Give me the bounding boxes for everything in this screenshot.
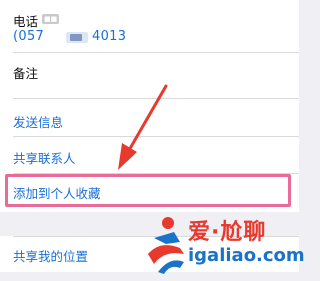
watermark-logo: 爱·尬聊 igaliao.com <box>144 214 305 278</box>
brand-name: 爱·尬聊 <box>188 220 267 245</box>
runner-logo-icon <box>148 217 184 274</box>
contact-detail-view: 电话 ■■ (057 4013 备注 发送信息 共享联系人 添加到个人收藏 共享… <box>0 0 305 281</box>
brand-url: igaliao.com <box>188 245 305 266</box>
